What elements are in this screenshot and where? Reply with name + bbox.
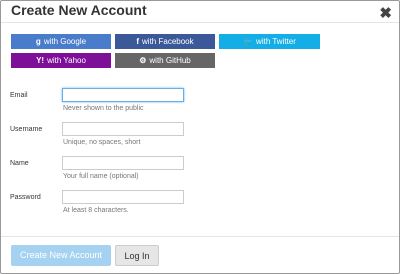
username-field[interactable] bbox=[62, 122, 184, 136]
close-icon[interactable]: ✖ bbox=[379, 4, 392, 22]
email-label: Email bbox=[10, 92, 28, 99]
password-label: Password bbox=[10, 194, 41, 201]
facebook-login-button[interactable]: f with Facebook bbox=[115, 34, 215, 49]
yahoo-label: with Yahoo bbox=[47, 56, 86, 65]
facebook-label: with Facebook bbox=[142, 37, 194, 46]
username-help: Unique, no spaces, short bbox=[63, 139, 141, 146]
dialog-header: Create New Account ✖ bbox=[2, 2, 400, 24]
yahoo-icon: Y! bbox=[36, 56, 45, 65]
footer-divider bbox=[1, 236, 399, 237]
google-label: with Google bbox=[43, 37, 87, 46]
create-account-button[interactable]: Create New Account bbox=[11, 245, 111, 266]
facebook-icon: f bbox=[136, 37, 140, 46]
google-icon: g bbox=[35, 37, 41, 46]
twitter-label: with Twitter bbox=[256, 37, 296, 46]
github-icon: ⚙ bbox=[139, 56, 147, 65]
dialog-title: Create New Account bbox=[11, 2, 147, 18]
name-help: Your full name (optional) bbox=[63, 173, 139, 180]
password-field[interactable] bbox=[62, 190, 184, 204]
name-label: Name bbox=[10, 160, 29, 167]
email-field[interactable] bbox=[62, 88, 184, 102]
username-label: Username bbox=[10, 126, 43, 133]
twitter-icon: 🐦 bbox=[243, 37, 254, 46]
twitter-login-button[interactable]: 🐦 with Twitter bbox=[219, 34, 320, 49]
login-button[interactable]: Log In bbox=[115, 245, 159, 266]
header-divider bbox=[1, 22, 399, 23]
github-login-button[interactable]: ⚙ with GitHub bbox=[115, 53, 215, 68]
password-help: At least 8 characters. bbox=[63, 207, 129, 214]
name-field[interactable] bbox=[62, 156, 184, 170]
github-label: with GitHub bbox=[149, 56, 191, 65]
google-login-button[interactable]: g with Google bbox=[11, 34, 111, 49]
email-help: Never shown to the public bbox=[63, 105, 144, 112]
yahoo-login-button[interactable]: Y! with Yahoo bbox=[11, 53, 111, 68]
